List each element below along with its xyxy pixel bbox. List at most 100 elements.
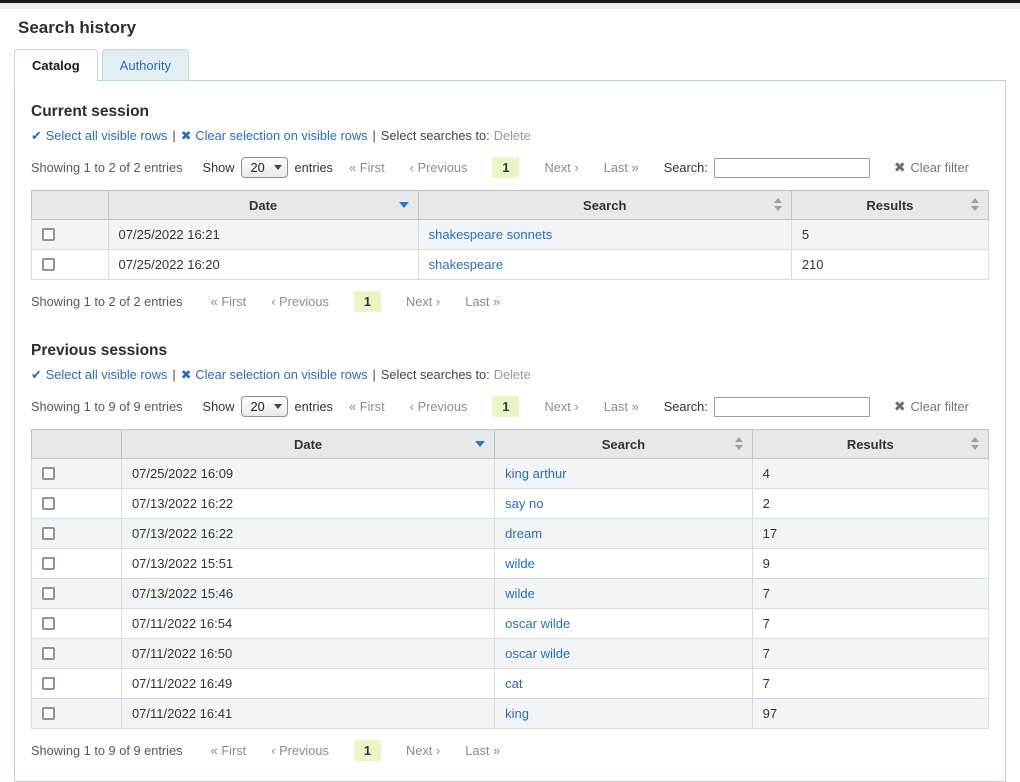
search-cell: wilde xyxy=(495,549,752,579)
search-cell: oscar wilde xyxy=(495,639,752,669)
column-header-search[interactable]: Search xyxy=(495,430,752,459)
select-all-link[interactable]: Select all visible rows xyxy=(46,367,168,382)
selection-toolbar: ✔Select all visible rows|✖Clear selectio… xyxy=(31,128,989,144)
pagination-previous[interactable]: ‹ Previous xyxy=(410,160,468,175)
pagination-current-page[interactable]: 1 xyxy=(354,740,381,761)
results-cell: 2 xyxy=(752,489,988,519)
clear-selection-link[interactable]: Clear selection on visible rows xyxy=(195,128,367,143)
tab-catalog[interactable]: Catalog xyxy=(14,49,98,81)
pagination-previous[interactable]: ‹ Previous xyxy=(271,743,329,758)
search-input[interactable] xyxy=(714,158,870,178)
search-link[interactable]: king xyxy=(505,706,529,721)
pagination-previous[interactable]: ‹ Previous xyxy=(410,399,468,414)
row-checkbox[interactable] xyxy=(42,228,55,241)
separator: | xyxy=(172,128,175,143)
table-row: 07/11/2022 16:50oscar wilde7 xyxy=(32,639,989,669)
column-header-results[interactable]: Results xyxy=(752,430,988,459)
delete-button[interactable]: Delete xyxy=(494,367,531,382)
section-title: Previous sessions xyxy=(31,342,989,360)
showing-entries: Showing 1 to 2 of 2 entries xyxy=(31,160,183,175)
row-checkbox[interactable] xyxy=(42,557,55,570)
checkbox-cell xyxy=(32,549,122,579)
date-cell: 07/13/2022 16:22 xyxy=(121,489,494,519)
pagination-last[interactable]: Last » xyxy=(465,294,500,309)
table-row: 07/11/2022 16:41king97 xyxy=(32,699,989,729)
current-session-table: Date Search Results 07/25/2022 16:21shak… xyxy=(31,190,989,280)
column-header-checkbox xyxy=(32,430,122,459)
search-link[interactable]: wilde xyxy=(505,586,535,601)
first-chevrons-icon: « xyxy=(349,160,356,175)
search-link[interactable]: shakespeare sonnets xyxy=(429,227,553,242)
search-link[interactable]: king arthur xyxy=(505,466,566,481)
page-size-select[interactable]: 20 xyxy=(241,157,288,178)
search-cell: say no xyxy=(495,489,752,519)
row-checkbox[interactable] xyxy=(42,707,55,720)
pagination-last[interactable]: Last » xyxy=(465,743,500,758)
clear-x-icon: ✖ xyxy=(181,128,192,143)
pagination-first[interactable]: « First xyxy=(349,399,385,414)
pagination-current-page[interactable]: 1 xyxy=(354,291,381,312)
column-header-date[interactable]: Date xyxy=(121,430,494,459)
row-checkbox[interactable] xyxy=(42,617,55,630)
search-link[interactable]: dream xyxy=(505,526,542,541)
search-link[interactable]: shakespeare xyxy=(429,257,503,272)
pagination-next[interactable]: Next › xyxy=(406,294,440,309)
pagination-last[interactable]: Last » xyxy=(604,160,639,175)
search-link[interactable]: wilde xyxy=(505,556,535,571)
tab-content-panel: Current session ✔Select all visible rows… xyxy=(14,80,1006,782)
pagination-next[interactable]: Next › xyxy=(544,399,578,414)
tab-authority[interactable]: Authority xyxy=(102,49,189,81)
pagination-next[interactable]: Next › xyxy=(544,160,578,175)
clear-filter-x-icon: ✖ xyxy=(894,398,906,415)
footer-showing-entries: Showing 1 to 2 of 2 entries xyxy=(31,294,183,309)
pagination-first[interactable]: « First xyxy=(211,294,247,309)
pagination-current-page[interactable]: 1 xyxy=(492,157,519,178)
column-header-date[interactable]: Date xyxy=(108,191,418,220)
page-size-select[interactable]: 20 xyxy=(241,396,288,417)
search-link[interactable]: cat xyxy=(505,676,522,691)
table-row: 07/13/2022 15:46wilde7 xyxy=(32,579,989,609)
sort-icon xyxy=(735,437,743,450)
row-checkbox[interactable] xyxy=(42,497,55,510)
row-checkbox[interactable] xyxy=(42,527,55,540)
row-checkbox[interactable] xyxy=(42,647,55,660)
pagination: « First ‹ Previous 1 Next › Last » xyxy=(211,740,526,761)
previous-chevron-icon: ‹ xyxy=(410,399,414,414)
pagination-current-page[interactable]: 1 xyxy=(492,396,519,417)
row-checkbox[interactable] xyxy=(42,258,55,271)
column-header-search[interactable]: Search xyxy=(418,191,791,220)
results-cell: 5 xyxy=(791,220,988,250)
column-header-results[interactable]: Results xyxy=(791,191,988,220)
pagination-first[interactable]: « First xyxy=(211,743,247,758)
row-checkbox[interactable] xyxy=(42,677,55,690)
table-row: 07/13/2022 16:22 say no 2 xyxy=(32,489,989,519)
clear-selection-link[interactable]: Clear selection on visible rows xyxy=(195,367,367,382)
entries-label: entries xyxy=(295,399,333,414)
pagination-first[interactable]: « First xyxy=(349,160,385,175)
row-checkbox[interactable] xyxy=(42,587,55,600)
pagination-next[interactable]: Next › xyxy=(406,743,440,758)
results-cell: 7 xyxy=(752,639,988,669)
first-chevrons-icon: « xyxy=(349,399,356,414)
results-cell: 9 xyxy=(752,549,988,579)
selection-toolbar: ✔Select all visible rows|✖Clear selectio… xyxy=(31,367,989,383)
row-checkbox[interactable] xyxy=(42,467,55,480)
search-cell: king arthur xyxy=(495,459,752,489)
delete-button[interactable]: Delete xyxy=(494,128,531,143)
show-label: Show xyxy=(203,399,235,414)
table-row: 07/11/2022 16:54oscar wilde7 xyxy=(32,609,989,639)
pagination-last[interactable]: Last » xyxy=(604,399,639,414)
search-link[interactable]: oscar wilde xyxy=(505,616,570,631)
next-chevron-icon: › xyxy=(574,160,578,175)
search-link[interactable]: say no xyxy=(505,496,543,511)
search-link[interactable]: oscar wilde xyxy=(505,646,570,661)
search-input[interactable] xyxy=(714,397,870,417)
pagination-previous[interactable]: ‹ Previous xyxy=(271,294,329,309)
select-all-link[interactable]: Select all visible rows xyxy=(46,128,168,143)
showing-entries: Showing 1 to 9 of 9 entries xyxy=(31,399,183,414)
search-cell: cat xyxy=(495,669,752,699)
clear-filter-button[interactable]: ✖ Clear filter xyxy=(894,159,969,176)
clear-filter-button[interactable]: ✖ Clear filter xyxy=(894,398,969,415)
select-searches-label: Select searches to: xyxy=(381,367,490,382)
results-cell: 4 xyxy=(752,459,988,489)
